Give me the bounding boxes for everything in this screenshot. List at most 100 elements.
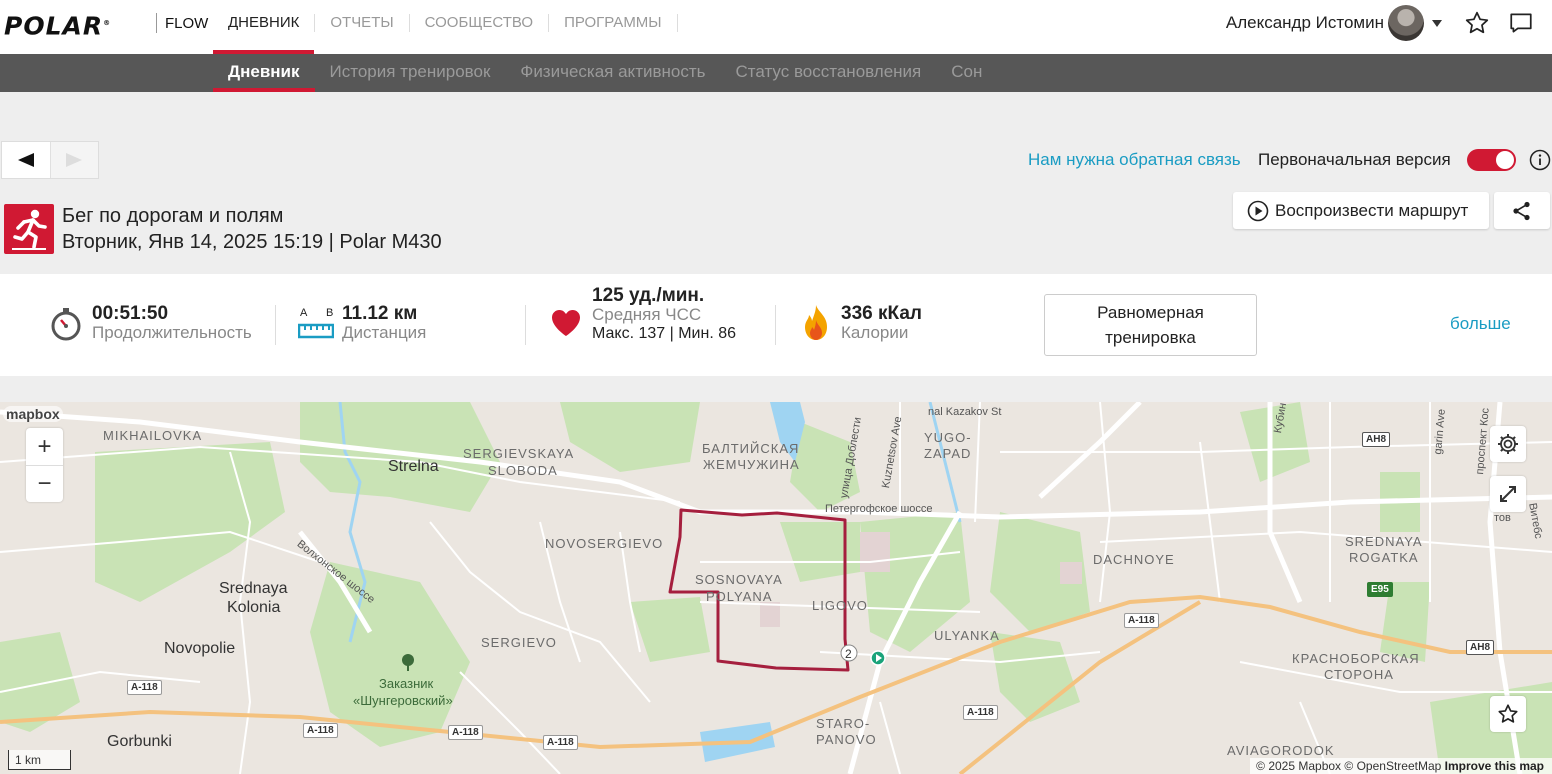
info-icon[interactable] — [1529, 149, 1551, 171]
route-map[interactable]: mapbox + − MIKHAILOVKA Strelna SERGIEVSK… — [0, 402, 1552, 774]
nav-community[interactable]: СООБЩЕСТВО — [410, 0, 548, 54]
mapbox-logo[interactable]: mapbox — [3, 406, 63, 422]
nav-diary[interactable]: ДНЕВНИК — [213, 0, 315, 54]
summary-stats: 00:51:50 Продолжительность A B 11.12 км … — [0, 274, 1552, 376]
subnav-sleep[interactable]: Сон — [936, 54, 997, 92]
map-label-ligovo: LIGOVO — [812, 598, 868, 613]
map-scale: 1 km — [8, 750, 71, 770]
map-label-baltic-2: ЖЕМЧУЖИНА — [703, 457, 800, 472]
map-label-srednaya-rogatka-1: SREDNAYA — [1345, 534, 1423, 549]
duration-value: 00:51:50 — [92, 303, 169, 324]
heart-rate-label: Средняя ЧСС — [592, 305, 702, 324]
activity-title: Бег по дорогам и полям — [62, 205, 284, 227]
share-button[interactable] — [1494, 192, 1550, 229]
more-link[interactable]: больше — [1450, 314, 1511, 334]
expand-icon — [1500, 486, 1516, 502]
map-label-krasnoborskaya-2: СТОРОНА — [1324, 667, 1394, 682]
map-label-novosergievo: NOVOSERGIEVO — [545, 536, 664, 551]
avatar[interactable] — [1388, 5, 1424, 41]
diary-subnav: Дневник История тренировок Физическая ак… — [213, 54, 997, 92]
ruler-icon — [298, 323, 334, 339]
map-label-sosnovaya: SOSNOVAYA — [695, 572, 783, 587]
road-shield: A-118 — [543, 735, 578, 750]
nav-separator — [676, 14, 678, 32]
user-menu: Александр Истомин — [1226, 0, 1552, 46]
road-shield: E95 — [1367, 582, 1393, 597]
logo-divider — [156, 13, 157, 33]
running-sport-icon — [4, 204, 54, 254]
user-name[interactable]: Александр Истомин — [1226, 13, 1384, 33]
map-label-srednaya-rogatka-2: ROGATKA — [1349, 550, 1419, 565]
distance-point-b: B — [326, 307, 334, 319]
star-icon — [1498, 704, 1518, 723]
polar-logo[interactable]: POLAR® — [4, 9, 111, 40]
feedback-link[interactable]: Нам нужна обратная связь — [1028, 150, 1241, 170]
zoom-in-button[interactable]: + — [26, 428, 63, 465]
map-label-novopolie: Novopolie — [164, 640, 236, 657]
subnav-recovery[interactable]: Статус восстановления — [721, 54, 937, 92]
map-label-baltic-1: БАЛТИЙСКАЯ — [702, 441, 800, 456]
map-label-sergievo: SERGIEVO — [481, 635, 557, 650]
map-label-sloboda: SLOBODA — [488, 463, 558, 478]
map-attribution: © 2025 Mapbox © OpenStreetMap Improve th… — [1250, 758, 1552, 774]
favorite-route-button[interactable] — [1490, 696, 1526, 732]
map-label-ulyanka: ULYANKA — [934, 628, 1000, 643]
map-settings-button[interactable] — [1490, 426, 1526, 462]
map-label-srednaya-kolonia-1: Srednaya — [219, 580, 288, 597]
map-label-strelna: Strelna — [388, 458, 439, 475]
road-shield: A-118 — [1124, 613, 1159, 628]
zoom-out-button[interactable]: − — [26, 465, 63, 502]
map-label-gorbunki: Gorbunki — [107, 733, 172, 750]
gear-icon — [1498, 434, 1518, 454]
map-label-sergievskaya: SERGIEVSKAYA — [463, 446, 575, 461]
map-label-petergof: Петергофское шоссе — [825, 503, 933, 515]
arrow-right-icon — [66, 153, 83, 167]
original-version-label: Первоначальная версия — [1258, 150, 1451, 169]
play-circle-icon — [1247, 200, 1269, 221]
road-shield: A-118 — [963, 705, 998, 720]
subnav-diary[interactable]: Дневник — [213, 54, 315, 92]
prev-button[interactable] — [2, 142, 50, 178]
star-icon[interactable] — [1464, 10, 1490, 36]
main-nav: ДНЕВНИК ОТЧЕТЫ СООБЩЕСТВО ПРОГРАММЫ — [213, 0, 678, 54]
training-pager — [1, 141, 99, 179]
distance-stat: A B 11.12 км Дистанция — [276, 274, 525, 376]
flow-label: FLOW — [165, 15, 209, 32]
map-label-panovo: PANOVO — [816, 732, 877, 747]
training-benefit-button[interactable]: Равномерная тренировка — [1044, 294, 1257, 356]
nav-reports[interactable]: ОТЧЕТЫ — [315, 0, 408, 54]
map-label-zakaznik-1: Заказник — [379, 676, 434, 691]
mapbox-attribution-link[interactable]: © 2025 Mapbox — [1256, 759, 1341, 773]
replay-route-button[interactable]: Воспроизвести маршрут — [1233, 192, 1489, 229]
flame-icon — [805, 305, 827, 340]
top-navbar: POLAR® FLOW ДНЕВНИК ОТЧЕТЫ СООБЩЕСТВО ПР… — [0, 0, 1552, 54]
chevron-down-icon[interactable] — [1432, 19, 1442, 27]
distance-label: Дистанция — [342, 323, 427, 342]
nav-programs[interactable]: ПРОГРАММЫ — [549, 0, 677, 54]
next-button[interactable] — [49, 142, 98, 178]
calories-stat: 336 кКал Калории — [776, 274, 1026, 376]
original-version-toggle[interactable] — [1467, 149, 1516, 171]
lap-marker[interactable]: 2 — [845, 647, 852, 661]
arrow-left-icon — [17, 153, 34, 167]
subnav-history[interactable]: История тренировок — [315, 54, 506, 92]
improve-map-link[interactable]: Improve this map — [1445, 759, 1544, 773]
road-shield: AH8 — [1466, 640, 1495, 655]
map-label-zakaznik-2: «Шунгеровский» — [353, 693, 453, 708]
heart-rate-value: 125 уд./мин. — [592, 285, 705, 306]
road-shield: A-118 — [448, 725, 483, 740]
map-label-tov: тов — [1494, 512, 1511, 524]
toggle-knob — [1496, 151, 1514, 169]
fullscreen-button[interactable] — [1490, 476, 1526, 512]
map-label-aviagorodok: AVIAGORODOK — [1227, 743, 1335, 758]
osm-attribution-link[interactable]: © OpenStreetMap — [1344, 759, 1441, 773]
map-label-dachnoye: DACHNOYE — [1093, 552, 1175, 567]
map-label-mikhailovka: MIKHAILOVKA — [103, 428, 203, 443]
road-shield: A-118 — [127, 680, 162, 695]
heart-rate-min-max: Макс. 137 | Мин. 86 — [592, 325, 737, 342]
activity-subtitle: Вторник, Янв 14, 2025 15:19 | Polar M430 — [62, 231, 442, 253]
distance-point-a: A — [300, 307, 308, 319]
message-icon[interactable] — [1508, 10, 1534, 36]
subnav-activity[interactable]: Физическая активность — [505, 54, 720, 92]
replay-route-label: Воспроизвести маршрут — [1275, 200, 1469, 220]
